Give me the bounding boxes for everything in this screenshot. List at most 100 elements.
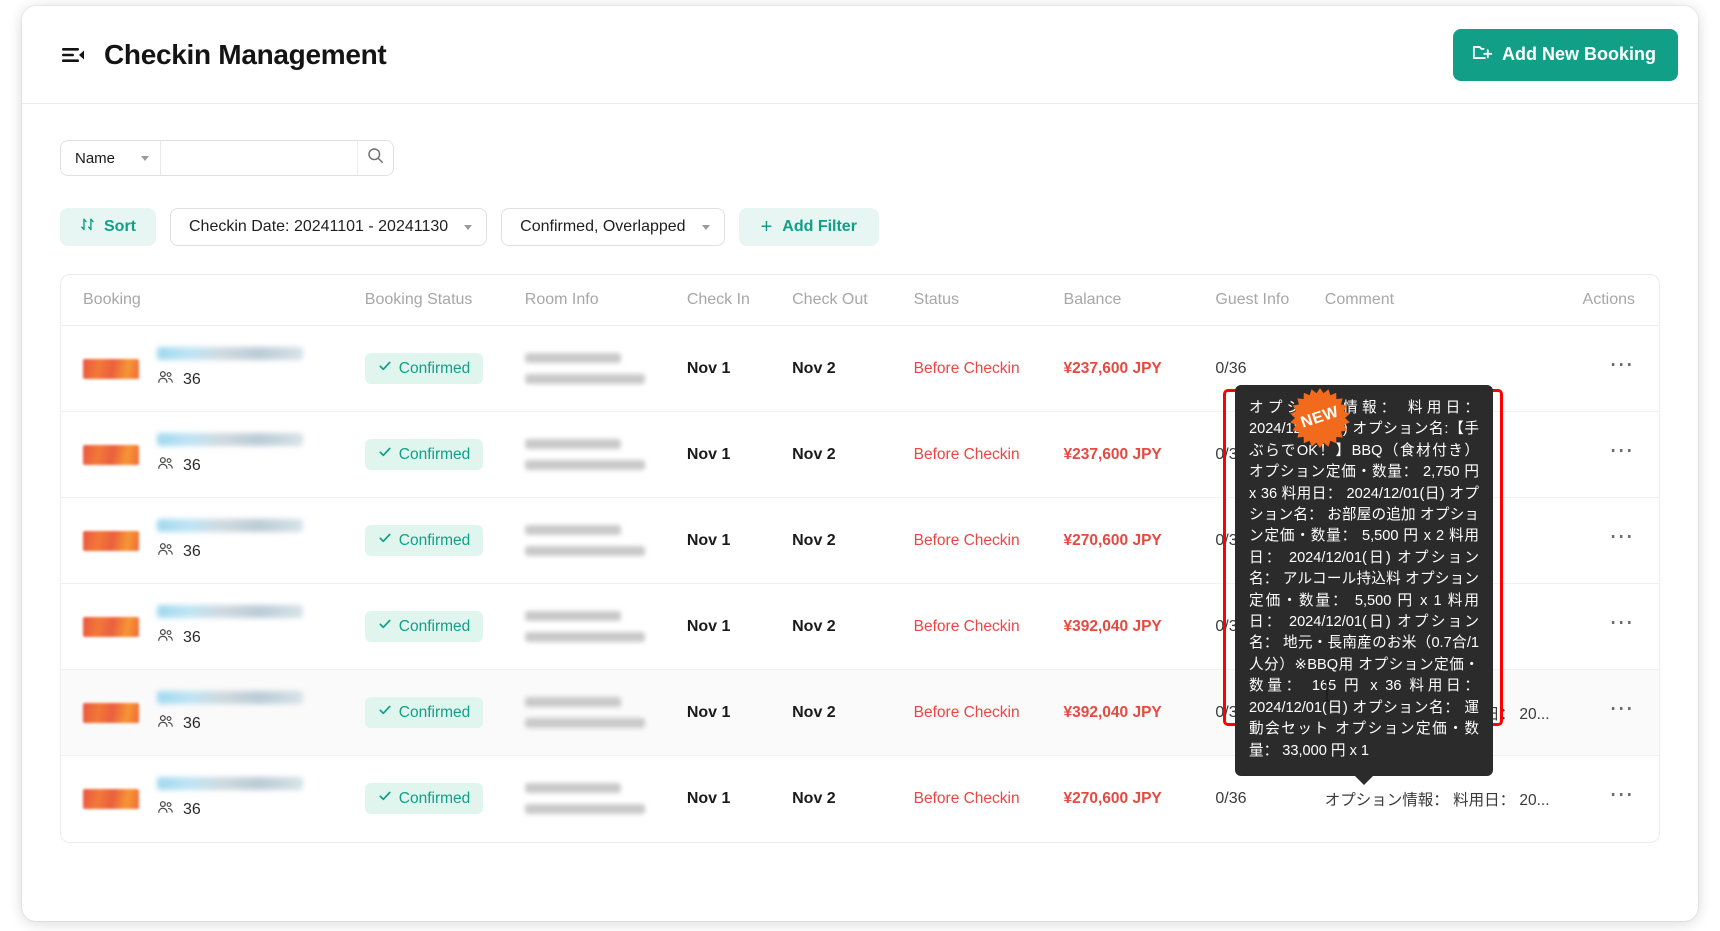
cell-booking[interactable]: 36 [61,583,365,670]
add-filter-button[interactable]: + Add Filter [738,208,879,246]
guest-info-value: 0/36 [1215,359,1247,377]
ellipsis-icon[interactable]: ⋯ [1609,696,1635,721]
search-group: Name [60,140,395,176]
guest-count-value: 36 [183,370,201,388]
room-info-redacted [524,525,687,556]
status-badge: Confirmed [364,353,484,384]
cell-booking-status: Confirmed [364,669,525,756]
balance-value: ¥392,040 JPY [1063,617,1162,635]
ellipsis-icon[interactable]: ⋯ [1609,438,1635,463]
filter-toolbar: Sort Checkin Date: 20241101 - 20241130 C… [22,176,1698,246]
column-header-check-out: Check Out [792,275,914,326]
cell-actions: ⋯ [1567,411,1659,498]
guest-count: 36 [157,369,303,391]
cell-status: Before Checkin [914,756,1064,842]
room-info-redacted [524,697,687,728]
new-badge: NEW [1289,387,1351,449]
cell-balance: ¥270,600 JPY [1064,756,1216,842]
brand-logo [83,358,139,379]
sort-label: Sort [104,218,136,235]
ellipsis-icon[interactable]: ⋯ [1609,610,1635,635]
cell-booking-status: Confirmed [364,411,525,498]
search-field-label: Name [75,149,116,167]
cell-booking[interactable]: 36 [61,756,365,842]
cell-check-out: Nov 2 [792,497,914,584]
guest-count-value: 36 [183,628,201,646]
check-icon [378,445,392,464]
filter-chip-status[interactable]: Confirmed, Overlapped [501,208,725,246]
cell-balance: ¥392,040 JPY [1063,583,1216,670]
cell-booking-status: Confirmed [364,583,525,670]
checkin-status-value: Before Checkin [913,531,1020,549]
cell-actions: ⋯ [1567,583,1659,670]
folder-plus-icon [1471,42,1493,68]
sort-icon [80,217,95,237]
search-button[interactable] [357,141,394,175]
guest-count-value: 36 [183,542,201,560]
people-icon [157,627,174,649]
guest-count-value: 36 [183,800,201,818]
cell-check-in: Nov 1 [686,497,793,584]
status-badge-label: Confirmed [398,445,471,463]
cell-status: Before Checkin [913,583,1064,670]
ellipsis-icon[interactable]: ⋯ [1609,524,1635,549]
column-header-check-in: Check In [686,275,793,326]
brand-logo [83,616,139,637]
cell-booking[interactable]: 36 [61,325,365,412]
cell-check-in: Nov 1 [687,756,792,842]
status-badge-label: Confirmed [398,617,471,635]
sort-button[interactable]: Sort [60,208,156,246]
app-window: Checkin Management Add New Booking Name [22,6,1698,921]
checkin-status-value: Before Checkin [913,445,1020,463]
guest-count-value: 36 [183,456,201,474]
comment-tooltip: オプション情報： 料用日： 2024/12/01(日) オプション名:【手ぶらで… [1235,385,1493,776]
people-icon [157,713,174,735]
checkin-status-value: Before Checkin [913,359,1020,377]
cell-balance: ¥392,040 JPY [1063,669,1216,756]
comment-value: オプション情報： 料用日： 20... [1324,791,1550,809]
ellipsis-icon[interactable]: ⋯ [1609,782,1635,807]
cell-booking[interactable]: 36 [61,497,365,584]
checkin-status-value: Before Checkin [913,703,1020,721]
cell-check-out: Nov 2 [792,756,914,842]
cell-actions: ⋯ [1567,497,1659,584]
cell-room-info [524,669,687,756]
filter-chip-checkin-date[interactable]: Checkin Date: 20241101 - 20241130 [170,208,488,246]
guest-info-value: 0/36 [1215,789,1247,807]
cell-check-out: Nov 2 [792,583,914,670]
guest-count: 36 [157,713,303,735]
page-header: Checkin Management Add New Booking [22,6,1698,104]
guest-count: 36 [157,799,303,821]
brand-logo [83,530,139,551]
check-out-value: Nov 2 [792,445,836,463]
search-field-select[interactable]: Name [61,141,162,175]
cell-room-info [524,583,687,670]
search-input[interactable] [161,141,358,175]
cell-room-info [524,411,687,498]
cell-booking[interactable]: 36 [61,411,365,498]
guest-count-value: 36 [183,714,201,732]
menu-collapse-icon[interactable] [60,42,86,68]
status-badge-label: Confirmed [398,703,471,721]
table-head: Booking Booking Status Room Info Check I… [61,275,1659,326]
guest-count: 36 [157,455,303,477]
cell-check-in: Nov 1 [686,411,793,498]
cell-status: Before Checkin [913,411,1064,498]
check-in-value: Nov 1 [686,617,731,635]
cell-room-info [524,325,687,412]
add-new-booking-button[interactable]: Add New Booking [1453,28,1678,81]
room-info-redacted [524,439,687,470]
ellipsis-icon[interactable]: ⋯ [1609,352,1635,377]
guest-count: 36 [157,541,303,563]
add-new-booking-label: Add New Booking [1502,44,1656,64]
cell-booking[interactable]: 36 [61,669,365,756]
filter-chip-checkin-date-label: Checkin Date: 20241101 - 20241130 [189,218,449,235]
brand-logo [83,702,139,723]
check-icon [378,703,392,722]
booking-name-redacted [157,604,303,618]
column-header-guest-info: Guest Info [1215,275,1325,326]
check-in-value: Nov 1 [686,703,731,721]
search-icon [367,147,384,169]
status-badge: Confirmed [364,611,484,642]
balance-value: ¥237,600 JPY [1063,445,1162,463]
